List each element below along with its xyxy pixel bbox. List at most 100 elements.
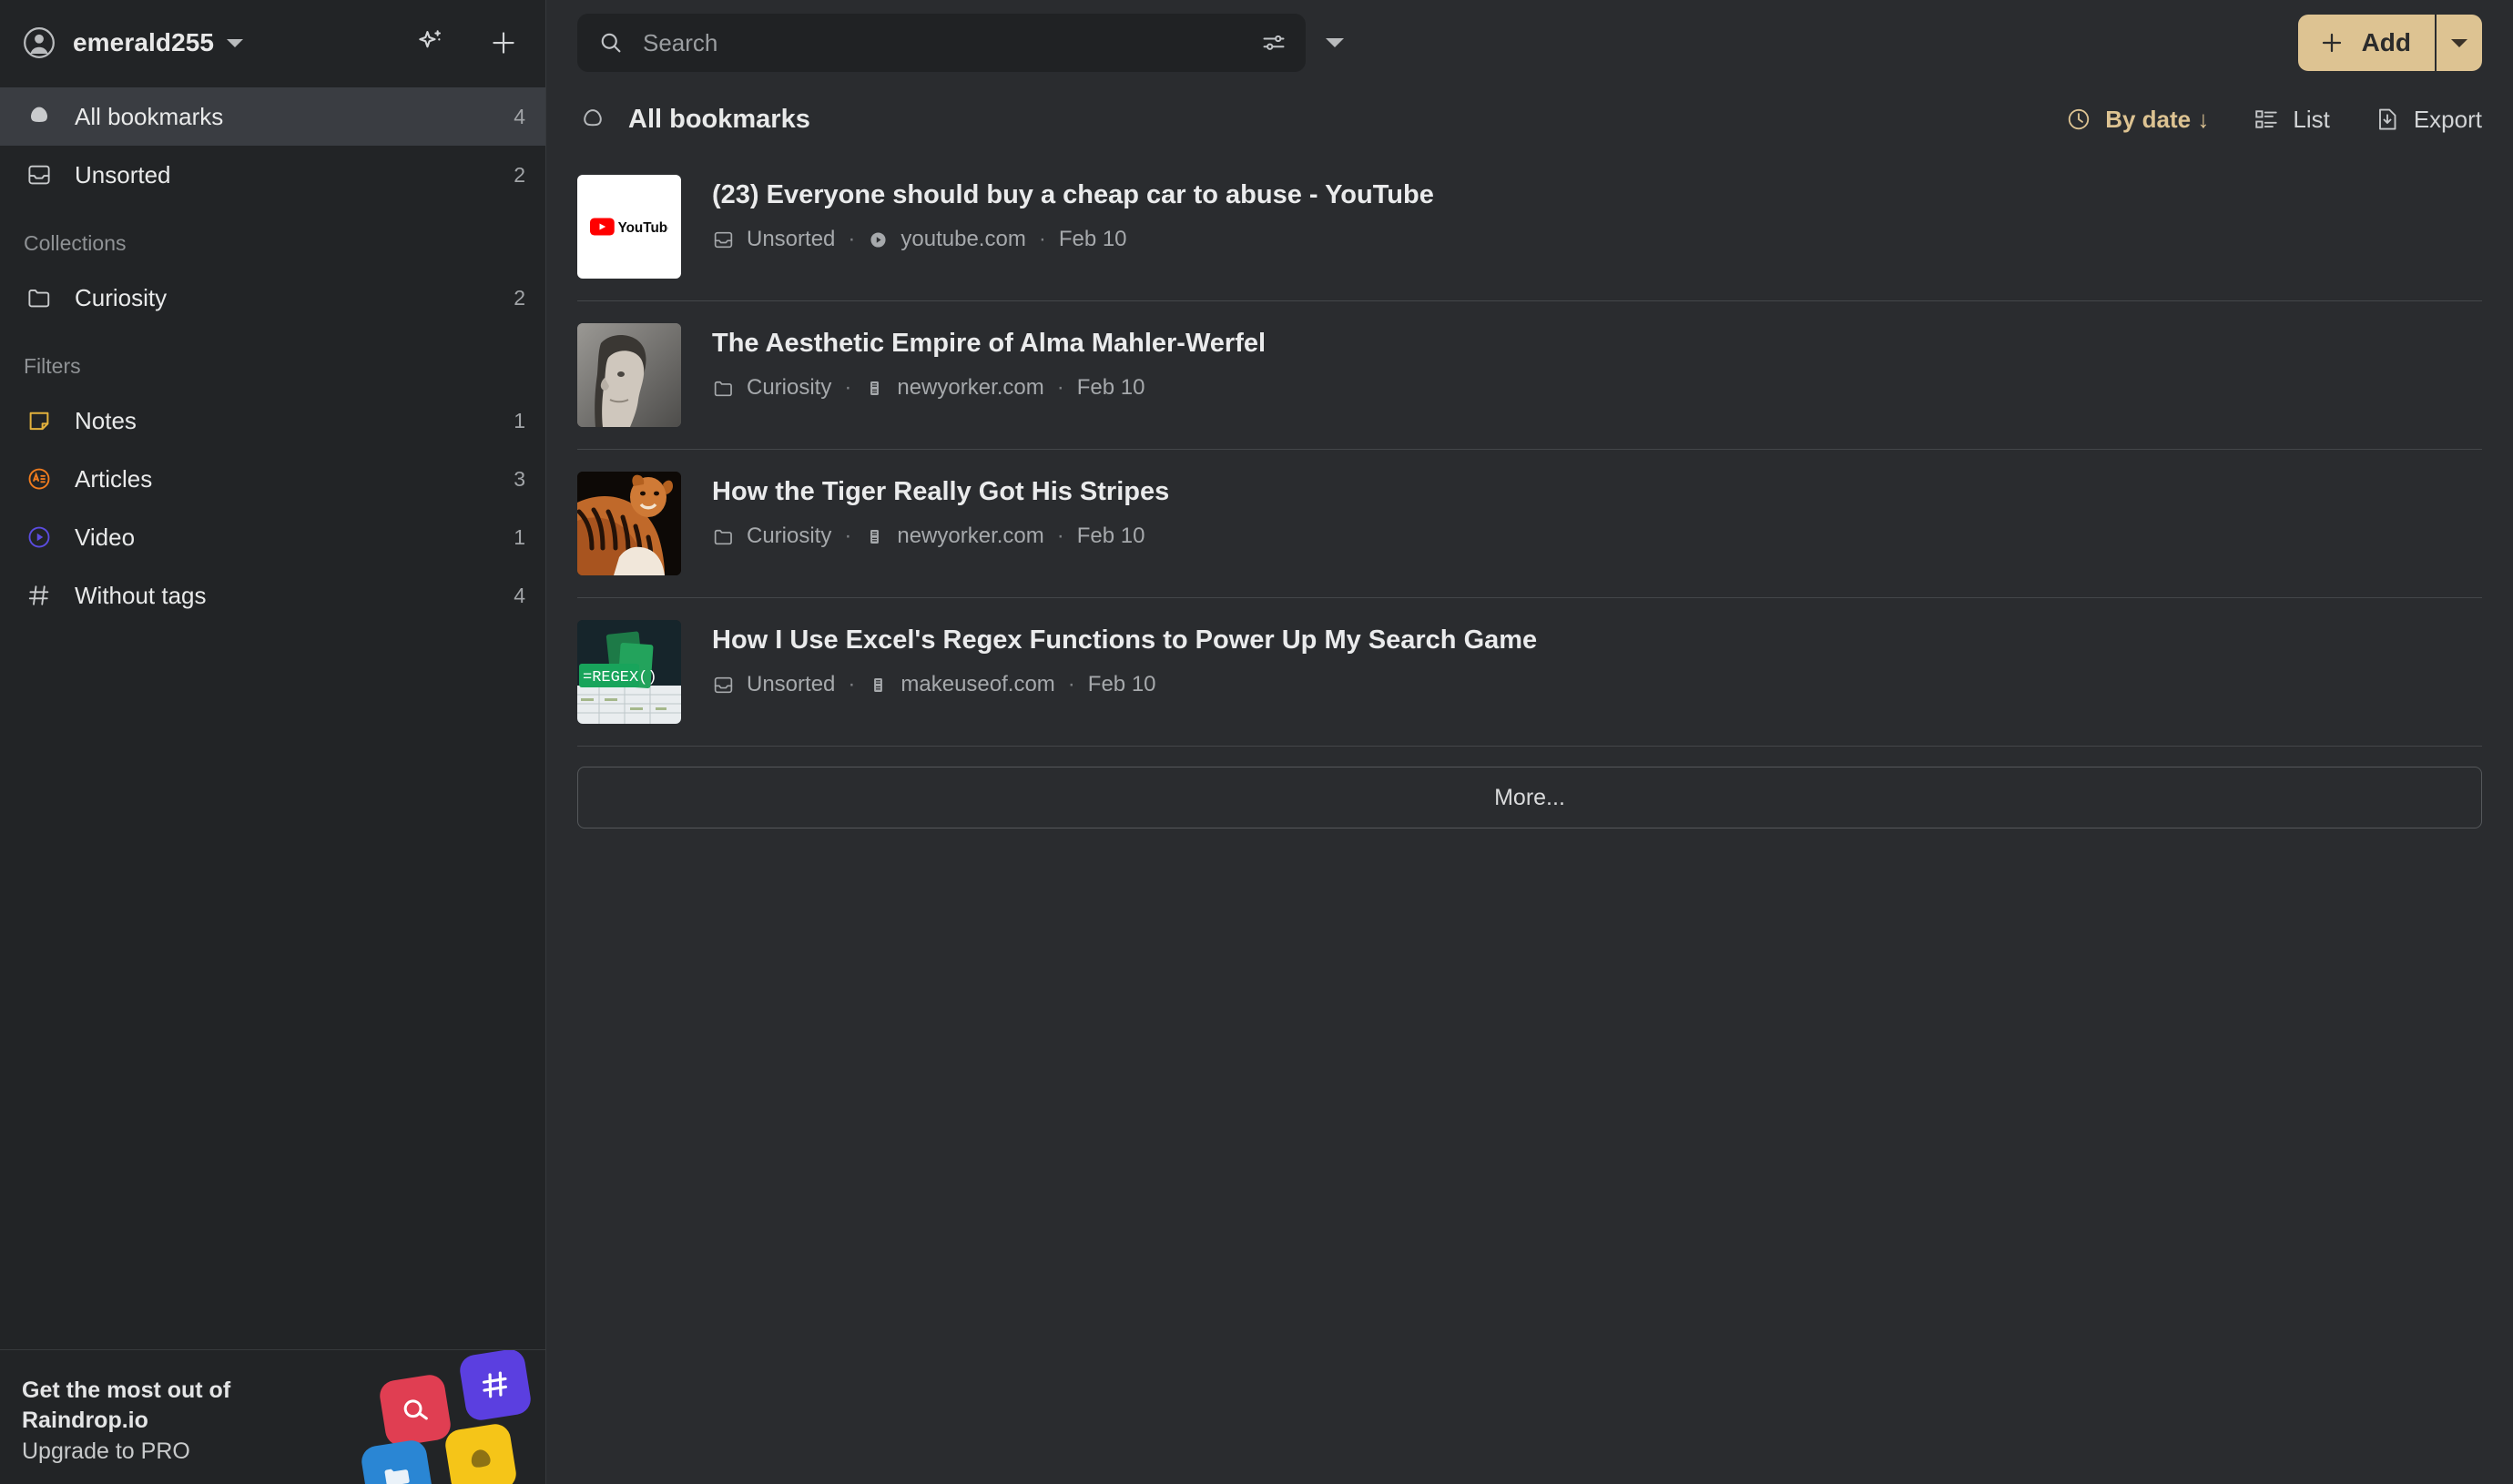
play-icon [868, 229, 889, 250]
sidebar-item-video[interactable]: Video 1 [0, 508, 545, 566]
sidebar-item-label: Articles [75, 464, 153, 493]
inbox-icon [712, 229, 735, 251]
excel-regex-thumbnail: =REGEX() [577, 620, 681, 724]
bookmark-collection: Unsorted [747, 227, 836, 251]
meta-separator: · [848, 227, 856, 251]
chevron-down-icon [2451, 38, 2467, 47]
export-label: Export [2413, 105, 2482, 133]
folder-icon [24, 284, 55, 311]
search-dropdown-chevron-down-icon[interactable] [1326, 38, 1344, 47]
folder-icon [712, 377, 735, 400]
sidebar-item-count: 4 [514, 104, 525, 128]
bookmark-domain: newyorker.com [897, 375, 1044, 400]
sidebar-item-all-bookmarks[interactable]: All bookmarks 4 [0, 87, 545, 146]
sidebar-item-label: Notes [75, 406, 137, 434]
sidebar-item-label: Video [75, 523, 136, 551]
bookmark-domain: newyorker.com [897, 523, 1044, 548]
cloud-outline-icon [577, 104, 608, 135]
sidebar-nav: All bookmarks 4 Unsorted 2 Collections C… [0, 86, 545, 625]
sidebar-item-label: Unsorted [75, 160, 171, 188]
promo-text: Get the most out of Raindrop.io Upgrade … [22, 1376, 322, 1467]
tiger-photo-thumbnail [577, 472, 681, 575]
bookmark-date: Feb 10 [1058, 227, 1127, 251]
promo-line-2: Raindrop.io [22, 1408, 148, 1434]
sparkle-icon[interactable] [412, 25, 449, 61]
svg-text:=REGEX(): =REGEX() [583, 669, 657, 686]
sidebar-item-count: 4 [514, 583, 525, 607]
sliders-icon[interactable] [1260, 29, 1287, 56]
bookmark-title[interactable]: The Aesthetic Empire of Alma Mahler-Werf… [712, 329, 1266, 359]
app-window: emerald255 All bookmarks 4 Unsorted 2 Co… [0, 0, 2513, 1484]
bookmark-body: (23) Everyone should buy a cheap car to … [712, 175, 1434, 252]
sidebar-item-notes[interactable]: Notes 1 [0, 391, 545, 450]
chevron-down-icon[interactable] [227, 38, 244, 47]
sidebar-item-count: 2 [514, 162, 525, 187]
bookmark-row[interactable]: YouTube (23) Everyone should buy a cheap… [577, 153, 2482, 301]
top-toolbar: Add [546, 0, 2513, 86]
bookmark-meta: Unsorted · makeuseof.com · Feb 10 [712, 672, 1537, 697]
bookmark-row[interactable]: =REGEX() How I Use Excel's Regex Functio… [577, 598, 2482, 747]
sort-by-date-button[interactable]: By date ↓ [2065, 106, 2209, 134]
meta-separator: · [848, 672, 856, 696]
user-name[interactable]: emerald255 [73, 28, 214, 57]
add-dropdown-button[interactable] [2435, 15, 2482, 71]
page-title-group: All bookmarks [577, 104, 810, 135]
upgrade-promo-banner[interactable]: Get the most out of Raindrop.io Upgrade … [0, 1349, 546, 1484]
plus-icon [2318, 29, 2345, 56]
meta-separator: · [1067, 672, 1075, 696]
bookmark-collection: Curiosity [747, 523, 832, 548]
bookmark-body: How I Use Excel's Regex Functions to Pow… [712, 620, 1537, 697]
meta-separator: · [844, 375, 852, 400]
bookmark-title[interactable]: How the Tiger Really Got His Stripes [712, 477, 1169, 507]
bookmark-row[interactable]: The Aesthetic Empire of Alma Mahler-Werf… [577, 301, 2482, 450]
bookmark-meta: Curiosity · newyorker.com · Feb 10 [712, 523, 1169, 549]
folder-tile [359, 1438, 435, 1484]
load-more-button[interactable]: More... [577, 767, 2482, 828]
search-tile [377, 1372, 453, 1448]
promo-line-1: Get the most out of [22, 1377, 231, 1403]
sidebar-item-label: Without tags [75, 581, 207, 609]
export-icon [2374, 106, 2401, 133]
note-icon [24, 407, 55, 434]
sidebar-item-unsorted[interactable]: Unsorted 2 [0, 146, 545, 204]
bookmark-title[interactable]: (23) Everyone should buy a cheap car to … [712, 180, 1434, 210]
meta-separator: · [844, 523, 852, 548]
cloud-tile [443, 1421, 519, 1484]
bookmark-domain: youtube.com [900, 227, 1026, 251]
plus-icon[interactable] [485, 25, 522, 61]
search-bar[interactable] [577, 14, 1306, 72]
filters-heading: Filters [24, 354, 81, 378]
user-avatar-icon [22, 25, 56, 60]
sidebar-item-curiosity[interactable]: Curiosity 2 [0, 269, 545, 327]
article-icon [864, 378, 885, 399]
meta-separator: · [1056, 523, 1064, 548]
view-mode-label: List [2293, 105, 2330, 133]
sidebar-item-label: Curiosity [75, 283, 168, 311]
view-mode-button[interactable]: List [2253, 105, 2330, 134]
bookmark-list: YouTube (23) Everyone should buy a cheap… [546, 153, 2513, 747]
article-icon [24, 465, 55, 493]
bookmark-body: How the Tiger Really Got His Stripes Cur… [712, 472, 1169, 549]
bookmark-row[interactable]: How the Tiger Really Got His Stripes Cur… [577, 450, 2482, 598]
sidebar-item-articles[interactable]: Articles 3 [0, 450, 545, 508]
sidebar: emerald255 All bookmarks 4 Unsorted 2 Co… [0, 0, 546, 1484]
main-area: Add All bookmarks [546, 0, 2513, 1484]
sidebar-item-count: 3 [514, 466, 525, 491]
promo-tiles [359, 1350, 546, 1484]
inbox-icon [712, 674, 735, 696]
sidebar-item-count: 1 [514, 408, 525, 432]
bookmark-collection: Unsorted [747, 672, 836, 696]
bookmark-title[interactable]: How I Use Excel's Regex Functions to Pow… [712, 625, 1537, 656]
folder-icon [712, 525, 735, 548]
export-button[interactable]: Export [2374, 106, 2482, 134]
sidebar-item-without-tags[interactable]: Without tags 4 [0, 566, 545, 625]
sidebar-item-label: All bookmarks [75, 102, 224, 130]
search-input[interactable] [643, 28, 1260, 57]
sidebar-item-count: 2 [514, 285, 525, 310]
add-button[interactable]: Add [2297, 15, 2435, 71]
promo-upgrade-link[interactable]: Upgrade to PRO [22, 1437, 322, 1467]
content-toolbar: All bookmarks By date ↓ List Export [546, 86, 2513, 153]
portrait-photo-thumbnail [577, 323, 681, 427]
article-icon [868, 675, 889, 696]
bookmark-domain: makeuseof.com [900, 672, 1055, 696]
